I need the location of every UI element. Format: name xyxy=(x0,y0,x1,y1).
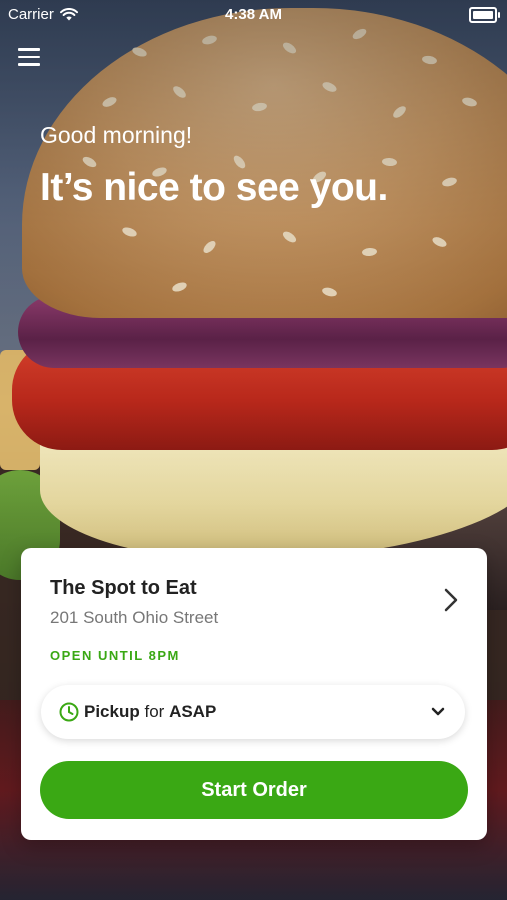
clock-time: 4:38 AM xyxy=(225,6,282,23)
home-screen: Carrier 4:38 AM Good morning! It’s nice … xyxy=(0,0,507,900)
chevron-right-icon[interactable] xyxy=(443,588,459,612)
store-address: 201 South Ohio Street xyxy=(50,608,219,627)
store-hours-status: OPEN UNTIL 8PM xyxy=(50,648,180,663)
welcome-headline: It’s nice to see you. xyxy=(40,166,388,209)
order-mode-connector: for xyxy=(144,702,165,721)
order-mode-time: ASAP xyxy=(169,702,217,721)
order-mode-type: Pickup xyxy=(84,702,140,721)
store-name[interactable]: The Spot to Eat xyxy=(50,577,197,600)
order-mode-label: Pickup for ASAP xyxy=(84,702,216,722)
battery-icon xyxy=(469,7,500,23)
chevron-down-icon xyxy=(431,707,445,716)
start-order-button[interactable]: Start Order xyxy=(40,761,468,819)
order-mode-selector[interactable]: Pickup for ASAP xyxy=(41,685,465,739)
status-bar: Carrier 4:38 AM xyxy=(0,0,507,30)
hamburger-menu-icon[interactable] xyxy=(18,48,42,68)
greeting-text: Good morning! xyxy=(40,122,193,148)
clock-icon xyxy=(59,702,79,722)
store-card: The Spot to Eat 201 South Ohio Street OP… xyxy=(21,548,487,840)
